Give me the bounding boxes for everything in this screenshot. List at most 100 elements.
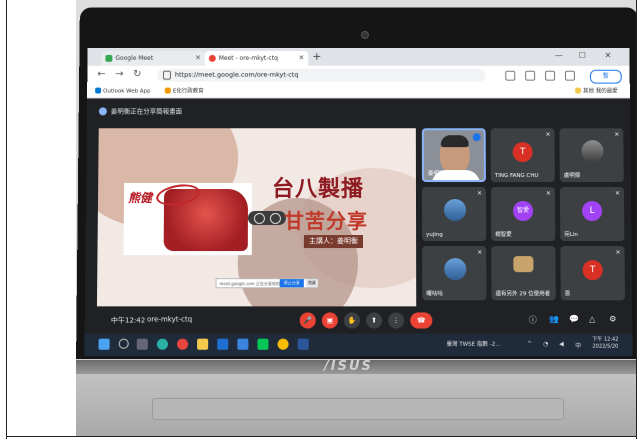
participant-name: 盧明傑 — [564, 171, 581, 179]
mail-icon[interactable] — [217, 339, 228, 350]
participant-tile[interactable]: ✕ yujing — [422, 187, 486, 241]
chrome-icon[interactable] — [177, 339, 188, 350]
calendar-icon[interactable] — [237, 339, 248, 350]
avatar — [444, 258, 466, 280]
page-border-bottom — [6, 436, 637, 437]
recording-icon — [209, 55, 216, 62]
task-view-icon[interactable] — [137, 339, 148, 350]
participant-name: 恩 — [565, 289, 571, 297]
participant-tile-overflow[interactable]: 還有另外 29 位使用者 — [491, 246, 556, 300]
presenting-banner: 姜明衡正在分享簡報畫面 — [99, 104, 182, 118]
minimize-icon[interactable]: — — [555, 51, 563, 60]
wifi-icon[interactable]: ◔ — [543, 341, 548, 348]
tab-meet-call[interactable]: Meet - ore-mkyt-ctq ✕ — [205, 51, 308, 66]
participant-tile[interactable]: ✕ T 恩 — [560, 246, 625, 300]
search-icon[interactable] — [119, 339, 129, 349]
clock-date: 2022/5/20 — [592, 344, 618, 351]
tab-google-meet[interactable]: Google Meet ✕ — [101, 51, 205, 66]
camera-toggle-button[interactable]: ▣ — [322, 312, 338, 328]
url-field[interactable]: https://meet.google.com/ore-mkyt-ctq — [157, 69, 485, 82]
group-icon — [513, 256, 533, 272]
collections-icon[interactable] — [545, 71, 555, 81]
tray-chevron-icon[interactable]: ^ — [527, 341, 532, 348]
hide-button[interactable]: 隱藏 — [306, 279, 318, 287]
reader-icon[interactable] — [505, 71, 515, 81]
more-options-button[interactable]: ⋮ — [388, 312, 404, 328]
volume-icon[interactable]: ◀ — [559, 341, 564, 348]
maximize-icon[interactable]: ☐ — [579, 51, 586, 60]
webcam — [361, 31, 369, 39]
line-icon[interactable] — [257, 339, 268, 350]
present-button[interactable]: ⬆ — [366, 312, 382, 328]
participant-tile-self[interactable]: 姜明衡 — [422, 128, 486, 182]
bookmark-label: Outlook Web App — [103, 89, 151, 95]
laptop-brand-logo: /ISUS — [324, 359, 373, 374]
activities-icon[interactable]: △ — [589, 314, 595, 323]
participant-name: 還有另外 29 位使用者 — [495, 289, 550, 297]
participant-name: 宛Lin — [564, 230, 578, 238]
extensions-icon[interactable] — [565, 71, 575, 81]
laptop-photo: Google Meet ✕ Meet - ore-mkyt-ctq ✕ + — … — [76, 0, 636, 436]
avatar: L — [582, 201, 602, 221]
participant-tile[interactable]: ✕ L 宛Lin — [560, 187, 625, 241]
more-options-icon[interactable] — [473, 133, 481, 141]
participant-tile[interactable]: ✕ 曙咕咕 — [422, 246, 486, 300]
url-text: https://meet.google.com/ore-mkyt-ctq — [175, 69, 299, 82]
host-controls-icon[interactable]: ⚙ — [609, 314, 616, 323]
edge-icon[interactable] — [157, 339, 168, 350]
favorite-icon[interactable] — [525, 71, 535, 81]
leave-call-button[interactable]: ☎ — [410, 312, 432, 328]
mic-off-icon: ✕ — [545, 131, 550, 138]
close-icon[interactable]: ✕ — [195, 51, 201, 66]
slide-nav-controls[interactable] — [248, 211, 286, 225]
lock-icon — [163, 71, 171, 80]
system-clock[interactable]: 下午 12:42 2022/5/20 — [592, 337, 618, 351]
participant-name: TING FANG CHU — [495, 173, 539, 179]
slide-subtitle: 甘苦分享 — [284, 205, 368, 234]
chat-icon[interactable]: 💬 — [569, 314, 579, 323]
page-border-left — [6, 0, 7, 439]
close-icon[interactable]: ✕ — [298, 51, 304, 66]
raise-hand-button[interactable]: ✋ — [344, 312, 360, 328]
people-icon[interactable]: 👥 — [549, 314, 559, 323]
bookmark-other-favorites[interactable]: 其他 我的最愛 — [575, 86, 618, 98]
laptop-screen: Google Meet ✕ Meet - ore-mkyt-ctq ✕ + — … — [84, 48, 632, 356]
close-window-icon[interactable]: ✕ — [605, 51, 612, 60]
participant-tile[interactable]: ✕ 盧明傑 — [559, 128, 623, 182]
next-slide-icon[interactable] — [270, 213, 281, 224]
start-icon[interactable] — [99, 339, 110, 350]
forward-icon[interactable]: → — [115, 69, 123, 80]
language-icon[interactable]: 中 — [575, 341, 581, 350]
reload-icon[interactable]: ↻ — [133, 69, 141, 80]
new-tab-icon[interactable]: + — [312, 50, 321, 63]
outlook-icon — [95, 88, 101, 94]
slide-presenter: 主講人：姜明衡 — [304, 235, 363, 248]
stock-widget[interactable]: 臺灣 TWSE 指數 -2… — [446, 340, 500, 348]
participant-tile[interactable]: ✕ T TING FANG CHU — [491, 128, 555, 182]
mic-toggle-button[interactable]: 🎤 — [300, 312, 316, 328]
info-icon[interactable]: ⓘ — [529, 314, 537, 325]
word-icon[interactable] — [298, 339, 309, 350]
stop-sharing-button[interactable]: 停止分享 — [280, 279, 304, 287]
meeting-time: 中午12:42 — [111, 315, 145, 325]
tab-label: Google Meet — [115, 55, 153, 62]
mic-off-icon: ✕ — [477, 249, 482, 256]
prev-slide-icon[interactable] — [254, 213, 265, 224]
participant-video — [441, 135, 469, 147]
bookmark-e-admin[interactable]: E化行政教育 — [165, 86, 204, 98]
back-icon[interactable]: ← — [97, 69, 105, 80]
call-controls-bar: 中午12:42 ore-mkyt-ctq 🎤 ▣ ✋ ⬆ ⋮ ☎ ⓘ 👥 💬 △… — [85, 309, 633, 333]
file-explorer-icon[interactable] — [197, 339, 208, 350]
bookmark-outlook[interactable]: Outlook Web App — [95, 86, 151, 98]
avatar: T — [583, 260, 603, 280]
participant-name: 姜明衡 — [428, 169, 445, 177]
avatar: T — [513, 142, 533, 162]
shared-slide: 熊健 台八製播 甘苦分享 主講人：姜明衡 meet.google.com 正在分… — [97, 128, 416, 306]
profile-button[interactable]: 暫 — [590, 70, 622, 84]
meet-call-area: 姜明衡正在分享簡報畫面 熊健 台八製播 甘苦分享 主講人：姜明衡 meet.go… — [85, 98, 633, 337]
mic-off-icon: ✕ — [477, 190, 482, 197]
chrome-icon[interactable] — [278, 339, 289, 350]
meet-icon — [105, 55, 112, 62]
presenting-text: 姜明衡正在分享簡報畫面 — [111, 107, 182, 115]
participant-tile[interactable]: ✕ 智愛 楊智愛 — [491, 187, 555, 241]
